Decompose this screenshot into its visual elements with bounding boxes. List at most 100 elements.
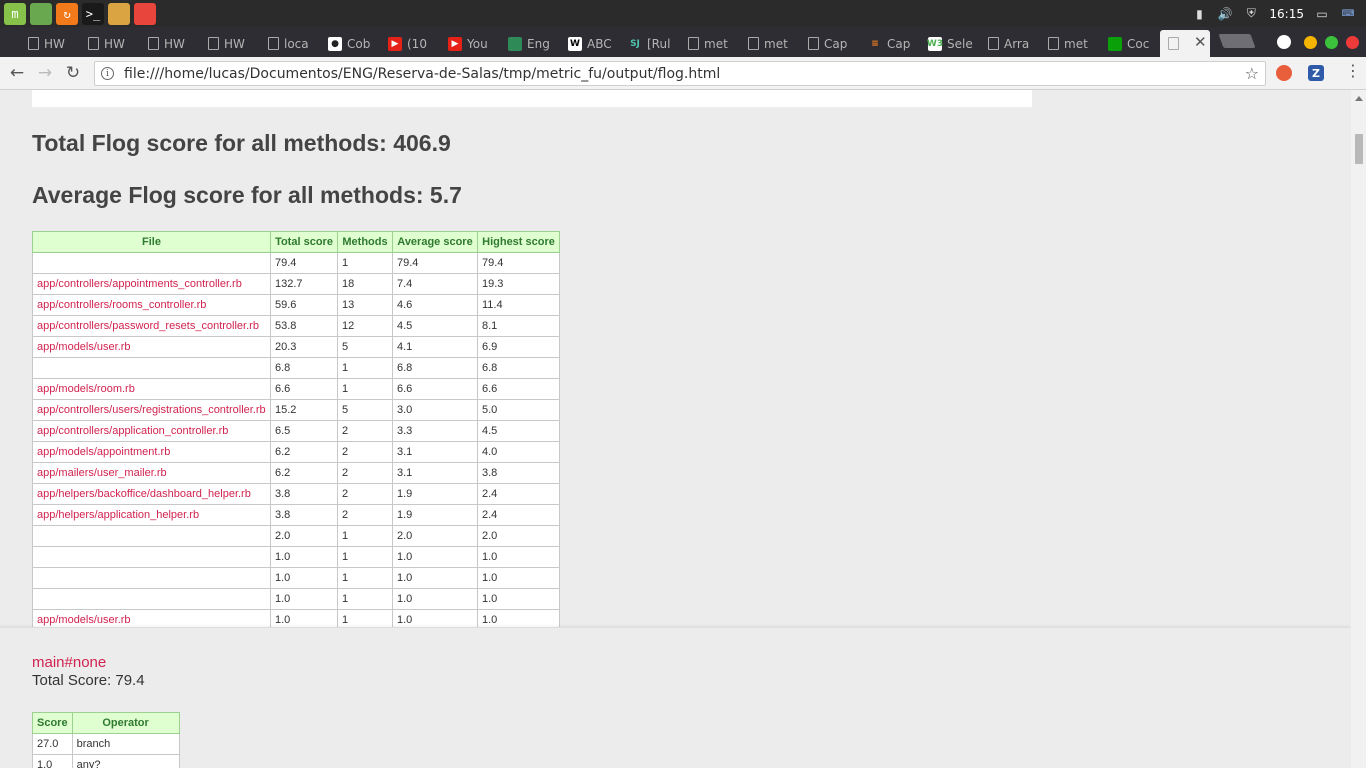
- file-cell: app/mailers/user_mailer.rb: [32, 462, 271, 484]
- file-link[interactable]: app/models/user.rb: [37, 341, 131, 353]
- zotero-icon[interactable]: Z: [1308, 65, 1324, 81]
- keyboard-icon[interactable]: ⌨: [1340, 7, 1356, 21]
- col-header-score[interactable]: Score: [32, 712, 73, 734]
- back-button[interactable]: ←: [6, 62, 28, 84]
- browser-tab[interactable]: Cap: [800, 30, 860, 57]
- file-link[interactable]: app/models/appointment.rb: [37, 446, 170, 458]
- file-link[interactable]: app/mailers/user_mailer.rb: [37, 467, 167, 479]
- highest-cell: 4.5: [477, 420, 560, 442]
- chrome-icon[interactable]: [134, 2, 156, 25]
- file-cell: app/controllers/users/registrations_cont…: [32, 399, 271, 421]
- forward-button[interactable]: →: [34, 62, 56, 84]
- col-header-methods[interactable]: Methods: [337, 231, 393, 253]
- files-icon[interactable]: [30, 2, 52, 25]
- tab-title: met: [764, 36, 788, 51]
- total-cell: 59.6: [270, 294, 338, 316]
- volume-icon[interactable]: 🔊: [1217, 7, 1233, 21]
- browser-tab[interactable]: loca: [260, 30, 320, 57]
- reload-button[interactable]: ↻: [62, 62, 84, 84]
- browser-toolbar: ← → ↻ i file:///home/lucas/Documentos/EN…: [0, 57, 1366, 90]
- document-icon: [1168, 37, 1179, 50]
- info-icon[interactable]: i: [101, 67, 114, 80]
- maximize-button[interactable]: [1325, 36, 1338, 49]
- browser-tab[interactable]: met: [1040, 30, 1100, 57]
- method-name-link[interactable]: main#none: [32, 654, 106, 671]
- col-header-average[interactable]: Average score: [392, 231, 478, 253]
- browser-tab[interactable]: HW: [20, 30, 80, 57]
- table-row: app/controllers/rooms_controller.rb 59.6 1…: [32, 294, 560, 316]
- extension-icon[interactable]: [1276, 65, 1292, 81]
- scroll-up-arrow-icon[interactable]: [1355, 96, 1363, 101]
- browser-tab[interactable]: Coc: [1100, 30, 1160, 57]
- file-cell: app/helpers/application_helper.rb: [32, 504, 271, 526]
- mint-menu-icon[interactable]: m: [4, 2, 26, 25]
- browser-tab[interactable]: met: [740, 30, 800, 57]
- browser-tab[interactable]: ▶ (10: [380, 30, 440, 57]
- methods-cell: 12: [337, 315, 393, 337]
- col-header-file[interactable]: File: [32, 231, 271, 253]
- address-bar[interactable]: i file:///home/lucas/Documentos/ENG/Rese…: [94, 61, 1266, 86]
- url-text[interactable]: file:///home/lucas/Documentos/ENG/Reserv…: [124, 66, 720, 82]
- tab-title: Coc: [1127, 36, 1150, 51]
- profile-icon[interactable]: [1277, 35, 1291, 49]
- highest-cell: 6.8: [477, 357, 560, 379]
- folder-icon[interactable]: [108, 2, 130, 25]
- file-link[interactable]: app/models/room.rb: [37, 383, 135, 395]
- browser-tab[interactable]: ≡ Cap: [860, 30, 920, 57]
- new-tab-button[interactable]: [1218, 34, 1256, 48]
- file-link[interactable]: app/helpers/application_helper.rb: [37, 509, 199, 521]
- average-cell: 1.0: [392, 546, 478, 568]
- minimize-button[interactable]: [1304, 36, 1317, 49]
- file-link[interactable]: app/helpers/backoffice/dashboard_helper.…: [37, 488, 251, 500]
- scrollbar-thumb[interactable]: [1355, 134, 1363, 164]
- firefox-icon[interactable]: ↻: [56, 2, 78, 25]
- clock[interactable]: 16:15: [1269, 7, 1304, 21]
- green-square-icon: [1108, 36, 1122, 51]
- table-row: app/helpers/backoffice/dashboard_helper.…: [32, 483, 560, 505]
- methods-cell: 5: [337, 336, 393, 358]
- total-cell: 2.0: [270, 525, 338, 547]
- file-link[interactable]: app/controllers/password_resets_controll…: [37, 320, 259, 332]
- col-header-total[interactable]: Total score: [270, 231, 338, 253]
- total-cell: 6.2: [270, 441, 338, 463]
- file-link[interactable]: app/controllers/rooms_controller.rb: [37, 299, 206, 311]
- methods-cell: 2: [337, 420, 393, 442]
- browser-tab[interactable]: W3 Sele: [920, 30, 980, 57]
- file-link[interactable]: app/controllers/users/registrations_cont…: [37, 404, 266, 416]
- browser-tab[interactable]: Eng: [500, 30, 560, 57]
- browser-tab[interactable]: HW: [80, 30, 140, 57]
- battery-icon[interactable]: ▭: [1314, 7, 1330, 21]
- terminal-icon[interactable]: >_: [82, 2, 104, 25]
- sj-icon: SJ: [630, 38, 640, 49]
- close-window-button[interactable]: [1346, 36, 1359, 49]
- average-score-heading: Average Flog score for all methods: 5.7: [32, 182, 462, 208]
- menu-icon[interactable]: ⋮: [1345, 63, 1361, 79]
- signal-icon[interactable]: ▮: [1191, 7, 1207, 21]
- average-cell: 3.3: [392, 420, 478, 442]
- vertical-scrollbar[interactable]: [1351, 90, 1366, 768]
- browser-tab[interactable]: Arra: [980, 30, 1040, 57]
- file-link[interactable]: app/models/user.rb: [37, 614, 131, 626]
- tab-title: Cob: [347, 36, 371, 51]
- browser-tab[interactable]: met: [680, 30, 740, 57]
- methods-cell: 2: [337, 462, 393, 484]
- highest-cell: 79.4: [477, 252, 560, 274]
- browser-tab[interactable]: ▶ You: [440, 30, 500, 57]
- browser-tab[interactable]: ● Cob: [320, 30, 380, 57]
- file-link[interactable]: app/controllers/appointments_controller.…: [37, 278, 242, 290]
- tab-title: ABC: [587, 36, 612, 51]
- table-row: 6.8 1 6.8 6.8: [32, 357, 560, 379]
- col-header-operator[interactable]: Operator: [71, 712, 180, 734]
- browser-tab[interactable]: HW: [140, 30, 200, 57]
- file-link[interactable]: app/controllers/application_controller.r…: [37, 425, 228, 437]
- methods-cell: 1: [337, 567, 393, 589]
- bookmark-star-icon[interactable]: ☆: [1245, 64, 1259, 83]
- browser-tab[interactable]: W ABC: [560, 30, 620, 57]
- average-cell: 4.6: [392, 294, 478, 316]
- highest-cell: 3.8: [477, 462, 560, 484]
- browser-tab[interactable]: SJ [Rul: [620, 30, 680, 57]
- shield-icon[interactable]: ⛨: [1243, 6, 1259, 21]
- browser-tab[interactable]: HW: [200, 30, 260, 57]
- close-tab-icon[interactable]: ✕: [1194, 33, 1207, 51]
- col-header-highest[interactable]: Highest score: [477, 231, 560, 253]
